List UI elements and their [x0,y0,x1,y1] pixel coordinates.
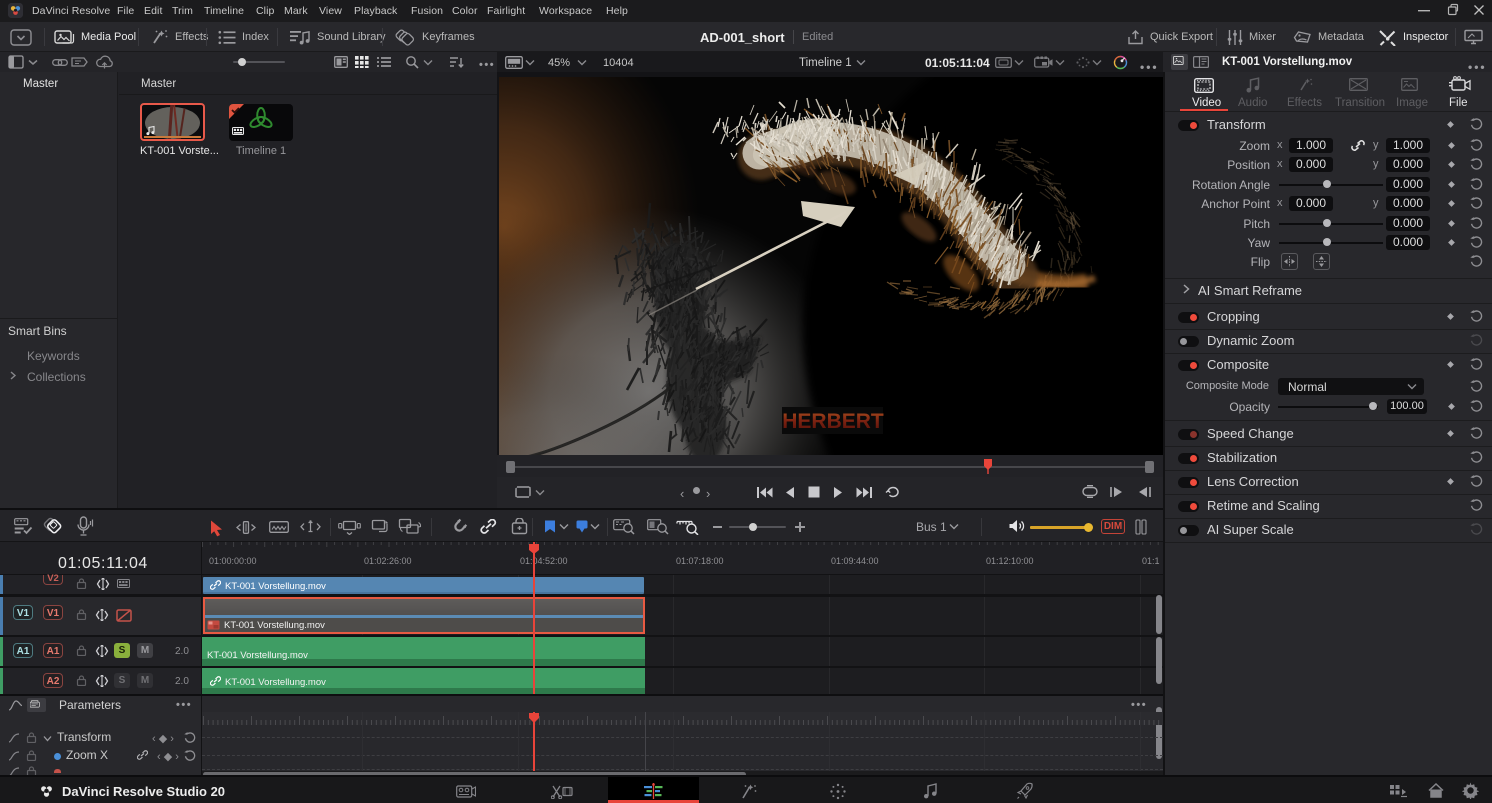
svg-text:HERBERT: HERBERT [782,410,884,433]
